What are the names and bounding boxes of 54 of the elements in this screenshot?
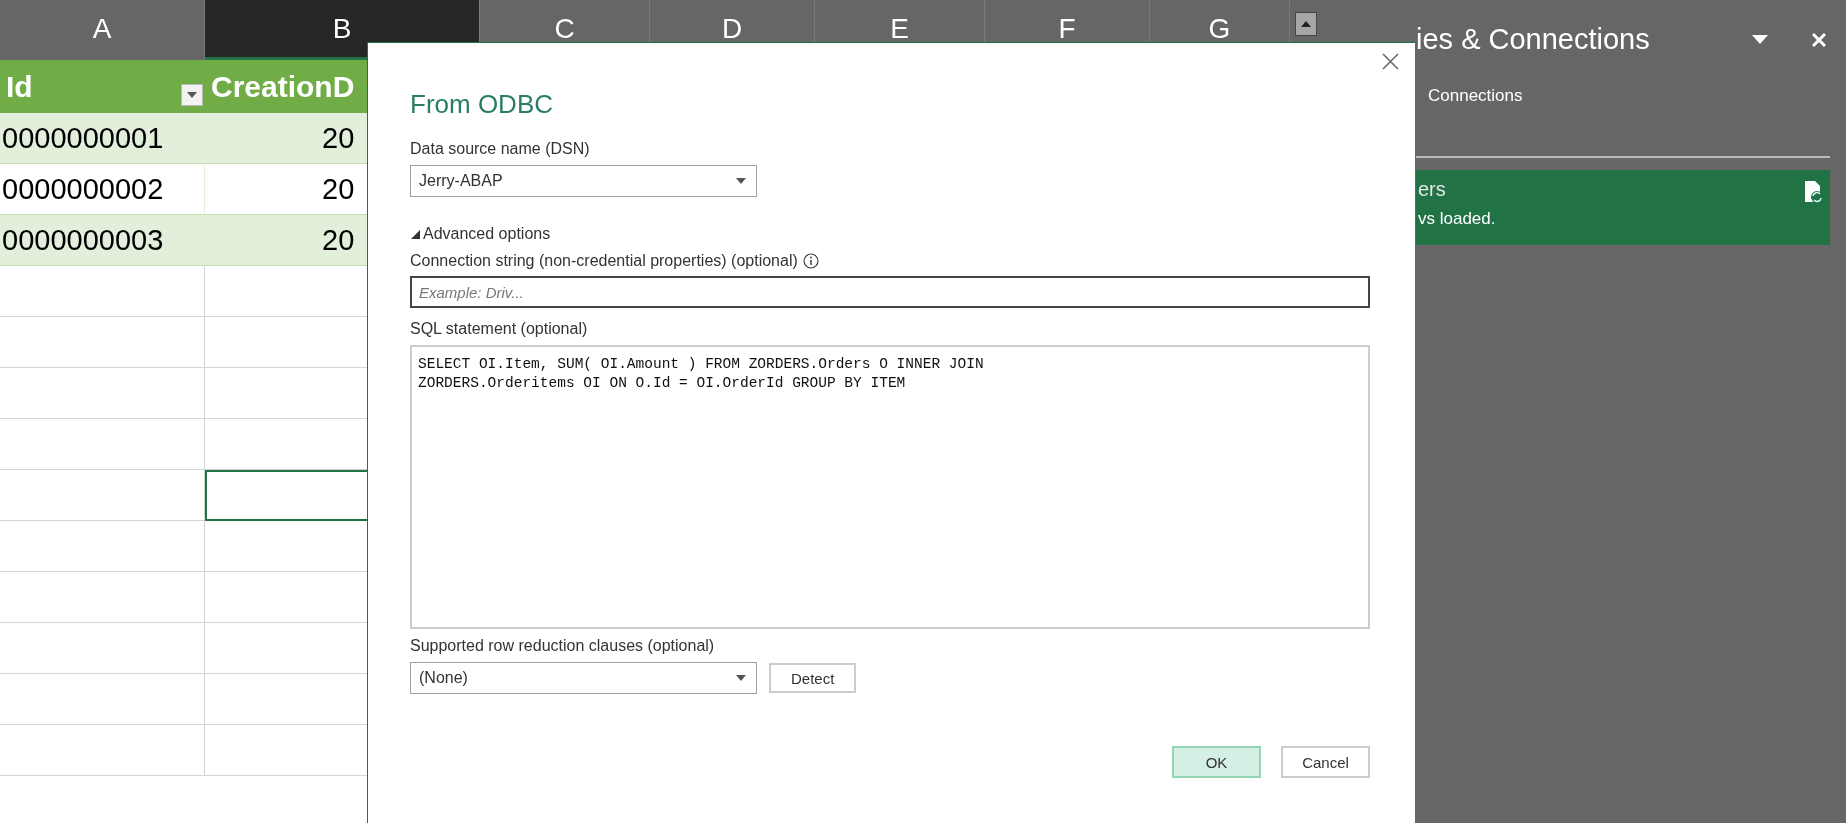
field-label: Supported row reduction clauses (optional) xyxy=(410,637,716,655)
column-letter: B xyxy=(332,16,352,46)
table-cell[interactable] xyxy=(0,572,205,623)
table-cell: 20 xyxy=(322,172,355,206)
table-cell: 20 xyxy=(322,223,355,257)
caret-icon xyxy=(736,178,746,184)
cancel-button[interactable]: Cancel xyxy=(1281,746,1370,778)
column-letter: A xyxy=(92,16,112,46)
row-reduction-dropdown[interactable]: (None) xyxy=(410,662,757,694)
column-letter: F xyxy=(1058,16,1076,46)
header-cell-text: Id xyxy=(6,69,33,104)
connection-string-field[interactable]: Example: Driv... xyxy=(410,276,1370,308)
caret-icon xyxy=(736,675,746,681)
info-icon[interactable] xyxy=(802,253,819,269)
dropdown-caret-icon[interactable] xyxy=(1752,35,1768,45)
query-status: vs loaded. xyxy=(1418,209,1496,229)
filter-button[interactable] xyxy=(181,84,203,106)
table-cell[interactable] xyxy=(0,368,205,419)
table-cell[interactable] xyxy=(0,317,205,368)
triangle-up-icon xyxy=(1301,21,1311,27)
header-cell-text: CreationD xyxy=(211,69,355,104)
close-icon[interactable] xyxy=(1382,53,1399,70)
detect-button[interactable]: Detect xyxy=(769,663,857,693)
panel-title: ies & Connections xyxy=(1416,22,1651,57)
table-cell: 20 xyxy=(322,121,355,155)
table-cell: 0000000003 xyxy=(2,223,164,257)
triangle-icon xyxy=(410,229,420,239)
dialog-title: From ODBC xyxy=(410,89,554,120)
table-cell[interactable] xyxy=(0,521,205,572)
column-letter: E xyxy=(890,16,909,46)
field-label: Connection string (non-credential properties) (optional) xyxy=(410,252,798,270)
table-cell[interactable] xyxy=(0,419,205,470)
dsn-dropdown[interactable]: Jerry-ABAP xyxy=(410,165,757,197)
table-cell[interactable] xyxy=(0,623,205,674)
query-card[interactable]: ers vs loaded. xyxy=(1416,170,1830,245)
panel-tab[interactable]: Connections xyxy=(1428,86,1523,114)
field-label: SQL statement (optional) xyxy=(410,320,589,338)
table-cell: 0000000002 xyxy=(2,172,164,206)
column-letter: C xyxy=(554,16,575,46)
sql-statement-field[interactable]: SELECT OI.Item, SUM( OI.Amount ) FROM ZORDERS.Orders O INNER JOIN ZORDERS.Orderitems OI ON O.Id = OI.OrderId GROUP BY ITEM xyxy=(410,345,1370,629)
field-label: Data source name (DSN) xyxy=(410,140,591,158)
table-cell[interactable] xyxy=(0,725,205,776)
document-refresh-icon[interactable] xyxy=(1804,180,1824,204)
table-cell[interactable] xyxy=(0,470,205,521)
scroll-up-button[interactable] xyxy=(1295,12,1317,36)
caret-icon xyxy=(187,92,197,98)
advanced-options-toggle[interactable]: Advanced options xyxy=(410,225,551,243)
query-name: ers xyxy=(1418,178,1446,201)
table-cell[interactable] xyxy=(0,266,205,317)
ok-button[interactable]: OK xyxy=(1172,746,1261,778)
column-letter: D xyxy=(721,16,743,46)
table-cell: 0000000001 xyxy=(2,121,164,155)
table-cell[interactable] xyxy=(0,674,205,725)
column-letter: G xyxy=(1208,16,1231,46)
